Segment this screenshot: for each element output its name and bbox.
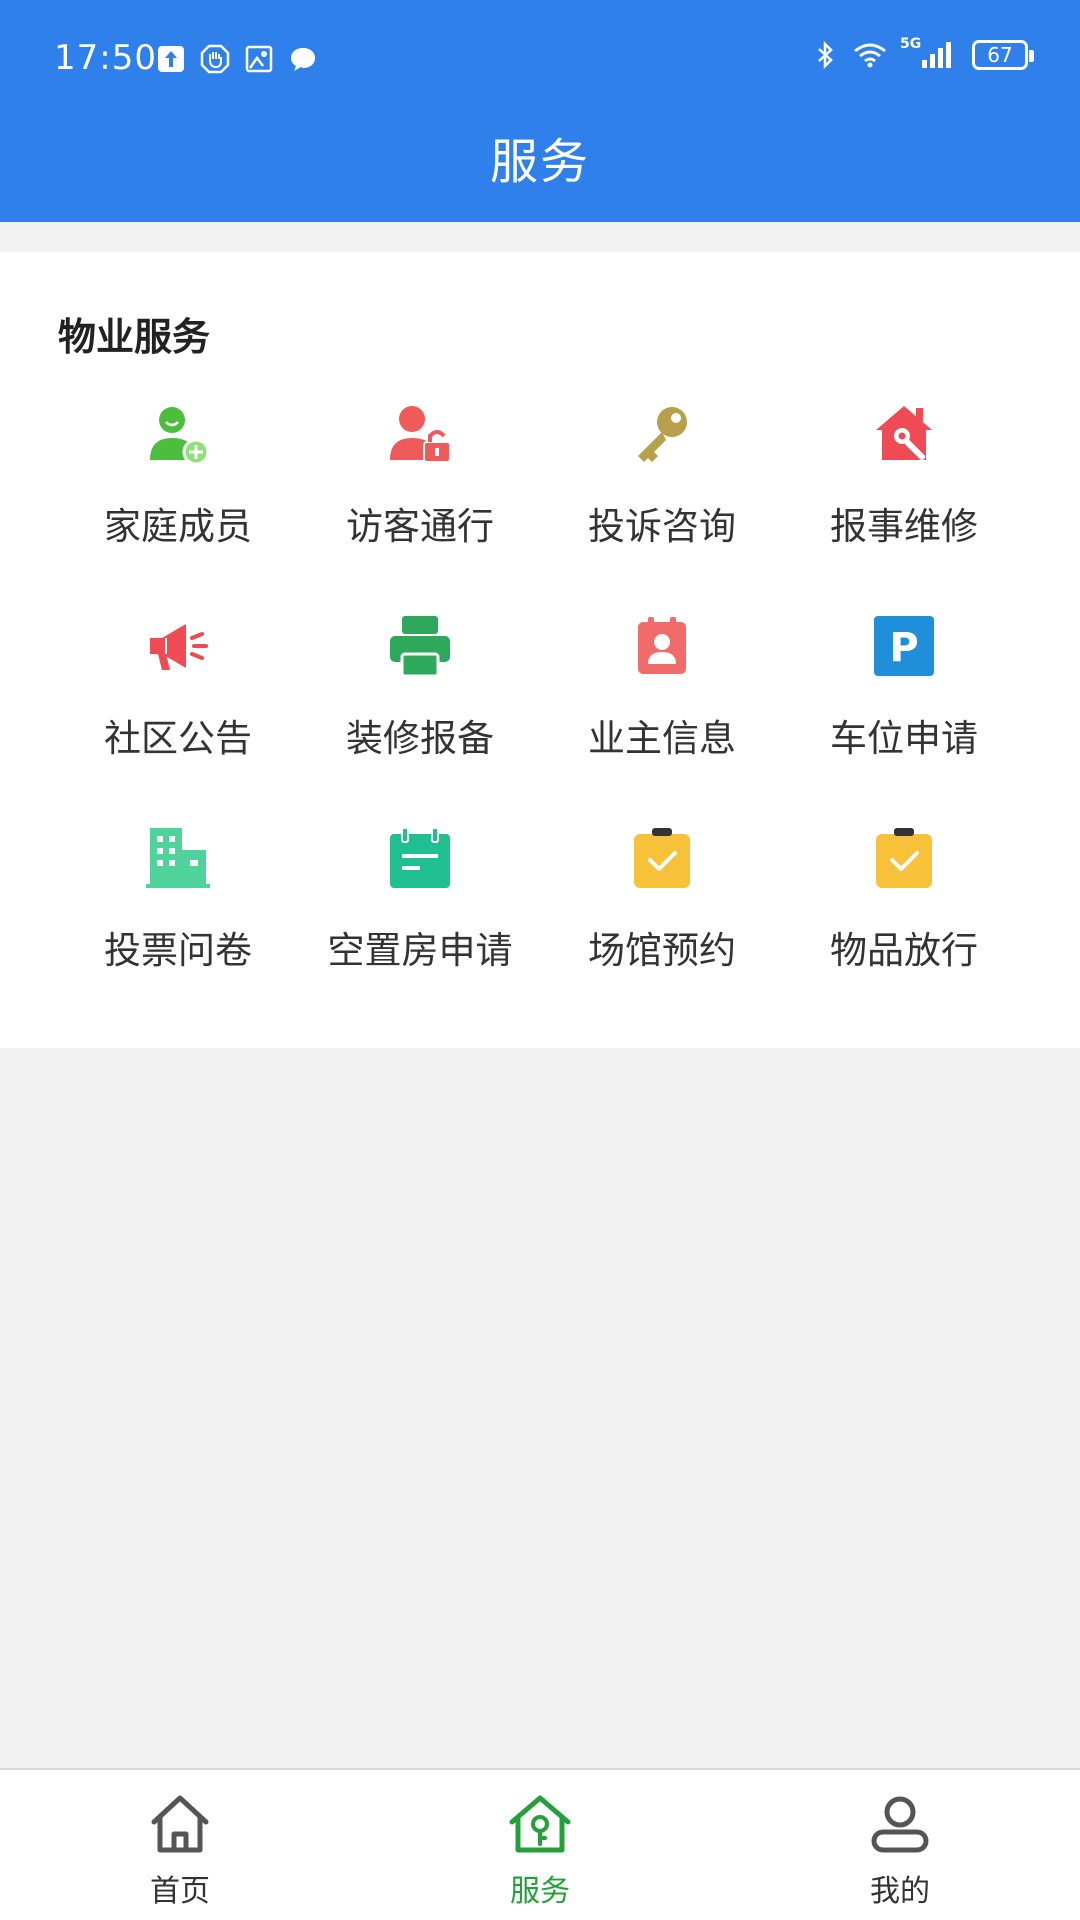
service-visitor-pass[interactable]: 访客通行 — [299, 402, 541, 582]
service-label: 空置房申请 — [327, 929, 513, 972]
status-left-icons — [156, 44, 318, 74]
network-type: 5G — [900, 36, 922, 52]
user-icon — [871, 1796, 929, 1853]
service-label: 装修报备 — [346, 717, 494, 760]
status-bar: 17:50 5G 67 — [0, 0, 1080, 120]
property-services-card: 物业服务 家庭成员 访客通行 投诉咨询 报事维修 社区公告 装修报备 业主信息 … — [0, 252, 1080, 1048]
tab-home[interactable]: 首页 — [0, 1770, 360, 1920]
header: 17:50 5G 67 服务 — [0, 0, 1080, 222]
section-title: 物业服务 — [58, 315, 211, 359]
owner-card-icon — [638, 617, 686, 674]
tab-label: 我的 — [870, 1874, 930, 1909]
service-label: 场馆预约 — [588, 929, 736, 972]
home-icon — [151, 1795, 209, 1853]
building-icon — [146, 828, 210, 888]
page-title: 服务 — [489, 134, 590, 190]
wifi-icon — [854, 43, 886, 68]
clipboard-check-icon — [876, 828, 932, 888]
service-family-members[interactable]: 家庭成员 — [57, 402, 299, 582]
tab-mine[interactable]: 我的 — [720, 1770, 1080, 1920]
service-parking-application[interactable]: P 车位申请 — [783, 614, 1025, 794]
user-lock-icon — [390, 406, 451, 463]
printer-icon — [390, 616, 450, 678]
service-renovation-filing[interactable]: 装修报备 — [299, 614, 541, 794]
service-label: 报事维修 — [830, 505, 978, 548]
image-alert-icon — [245, 45, 273, 73]
service-label: 业主信息 — [588, 717, 736, 760]
service-label: 投诉咨询 — [588, 505, 736, 548]
service-label: 投票问卷 — [104, 929, 252, 972]
service-item-release[interactable]: 物品放行 — [783, 826, 1025, 1006]
service-venue-booking[interactable]: 场馆预约 — [541, 826, 783, 1006]
status-right-icons: 5G 67 — [810, 36, 1034, 70]
upload-icon — [158, 46, 184, 72]
house-wrench-icon — [876, 406, 932, 460]
status-time: 17:50 — [54, 38, 157, 78]
signal-icon: 5G — [900, 36, 960, 70]
service-voting-survey[interactable]: 投票问卷 — [57, 826, 299, 1006]
service-label: 家庭成员 — [104, 505, 252, 548]
megaphone-icon — [150, 624, 208, 670]
service-owner-info[interactable]: 业主信息 — [541, 614, 783, 794]
service-label: 物品放行 — [830, 929, 978, 972]
calendar-icon — [390, 827, 450, 888]
tab-label: 首页 — [150, 1874, 210, 1909]
bottom-tab-bar: 首页 服务 我的 — [0, 1768, 1080, 1920]
battery-icon: 67 — [972, 40, 1034, 70]
hand-shield-icon — [200, 44, 230, 74]
parking-icon: P — [874, 616, 934, 676]
tab-label: 服务 — [510, 1874, 570, 1909]
tab-services[interactable]: 服务 — [360, 1770, 720, 1920]
chat-bubble-icon — [291, 48, 315, 71]
bluetooth-icon — [818, 40, 833, 70]
service-repair-report[interactable]: 报事维修 — [783, 402, 1025, 582]
service-label: 社区公告 — [104, 717, 252, 760]
house-key-icon — [509, 1795, 571, 1853]
service-label: 访客通行 — [346, 505, 494, 548]
svg-text:P: P — [889, 625, 918, 671]
clipboard-check-icon — [634, 828, 690, 888]
service-label: 车位申请 — [830, 717, 978, 760]
service-complaint-consult[interactable]: 投诉咨询 — [541, 402, 783, 582]
service-vacant-house[interactable]: 空置房申请 — [299, 826, 541, 1006]
key-icon — [638, 407, 687, 462]
service-community-notice[interactable]: 社区公告 — [57, 614, 299, 794]
user-add-icon — [150, 407, 210, 466]
